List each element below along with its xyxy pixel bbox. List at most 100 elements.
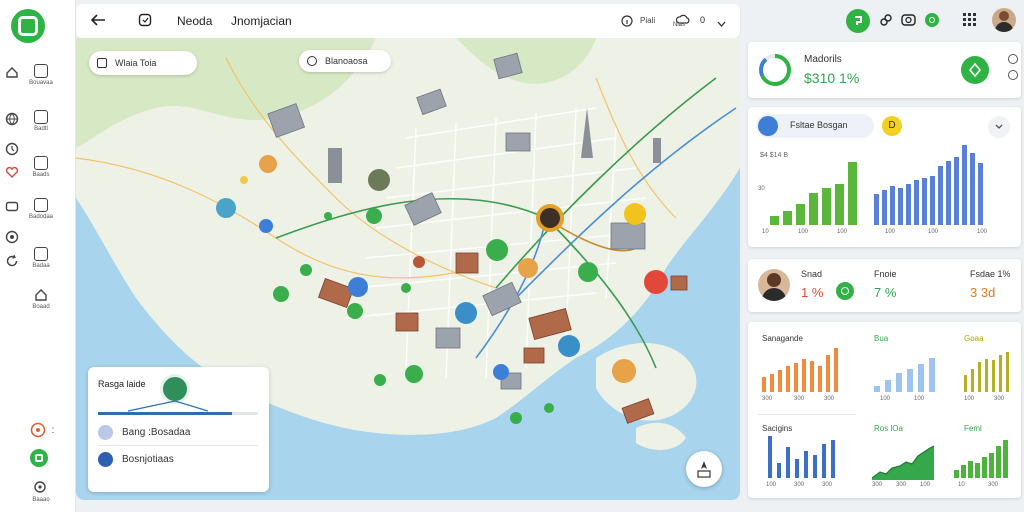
chart-c4-bar bbox=[777, 463, 781, 478]
mini-left-bar bbox=[783, 211, 792, 225]
chart-5-area bbox=[872, 445, 935, 480]
trends-dropdown-button[interactable] bbox=[988, 116, 1010, 138]
left-mini-chart bbox=[770, 162, 857, 225]
more-dots-icon[interactable]: : bbox=[50, 424, 56, 436]
mini-left-bar bbox=[835, 184, 844, 225]
chart-2-title: Bua bbox=[874, 334, 889, 343]
rail-item-0-icon[interactable] bbox=[34, 64, 48, 78]
chart-1-tick-2: 300 bbox=[824, 396, 835, 402]
mini-right-bar bbox=[882, 190, 887, 225]
clock-icon[interactable] bbox=[5, 142, 19, 156]
chart-c4-bar bbox=[768, 436, 772, 478]
globe-icon[interactable] bbox=[5, 112, 19, 126]
chart-c3-bar bbox=[999, 355, 1002, 392]
left-tick-2: 100 bbox=[837, 229, 848, 235]
chart-c6-bar bbox=[989, 453, 994, 478]
map-search-pill[interactable]: Wlaia Toia bbox=[89, 51, 197, 75]
mini-right-bar bbox=[906, 184, 911, 225]
page-subtitle: Jnomjacian bbox=[231, 14, 292, 28]
status-online-icon[interactable] bbox=[925, 13, 939, 27]
heart-icon[interactable] bbox=[5, 165, 19, 179]
bookmark-icon[interactable] bbox=[138, 13, 152, 32]
locate-button[interactable] bbox=[686, 451, 722, 487]
chart-5-tick-1: 300 bbox=[896, 482, 907, 488]
chart-4-title: Sacigins bbox=[762, 424, 793, 433]
summary-options-icon[interactable] bbox=[1008, 70, 1018, 80]
summary-action-button[interactable] bbox=[961, 56, 989, 84]
rail-item-2-icon[interactable] bbox=[34, 156, 48, 170]
locate-icon bbox=[697, 461, 711, 478]
route-row-1[interactable]: Bosnjotiaas bbox=[98, 452, 174, 467]
filter-badge[interactable]: D bbox=[882, 116, 902, 136]
chart-2-tick-0: 100 bbox=[880, 396, 891, 402]
chart-c6-bar bbox=[975, 463, 980, 478]
chart-4-tick-0: 100 bbox=[766, 482, 777, 488]
chart-c3-bar bbox=[964, 375, 967, 392]
chart-c1-bar bbox=[762, 377, 766, 392]
mini-right-bar bbox=[946, 161, 951, 225]
chart-5-title: Ros lOa bbox=[874, 424, 903, 433]
route-mini-path bbox=[98, 400, 258, 415]
home-icon[interactable] bbox=[5, 65, 19, 79]
target-icon[interactable] bbox=[30, 422, 46, 438]
route-card: Rasga laide Bang :Bosadaa Bosnjotiaas bbox=[88, 367, 269, 492]
filter-pill[interactable]: Fsltae Bosgan bbox=[756, 114, 874, 138]
kpi-0-label: Snad bbox=[801, 269, 823, 279]
message-icon[interactable] bbox=[5, 200, 19, 214]
map-filter-icon bbox=[307, 56, 317, 66]
kpi-0-value: 1 % bbox=[801, 285, 824, 300]
rail-item-4-icon[interactable] bbox=[34, 247, 48, 261]
camera-icon[interactable] bbox=[901, 13, 916, 32]
settings-icon[interactable] bbox=[5, 230, 19, 244]
route-row-0[interactable]: Bang :Bosadaa bbox=[98, 425, 190, 440]
chart-c6-bar bbox=[961, 465, 966, 478]
rail-item-3-icon[interactable] bbox=[34, 198, 48, 212]
chart-4-tick-1: 300 bbox=[794, 482, 805, 488]
chart-c3-bar bbox=[985, 359, 988, 392]
right-mini-chart bbox=[874, 145, 992, 225]
right-tick-2: 100 bbox=[977, 229, 988, 235]
refresh-icon[interactable] bbox=[5, 254, 19, 268]
right-tick-0: 100 bbox=[885, 229, 896, 235]
rail-item-5-icon[interactable] bbox=[34, 288, 48, 302]
chart-c1-bar bbox=[810, 361, 814, 392]
route-end-icon bbox=[98, 452, 113, 467]
chart-c1-bar bbox=[834, 348, 838, 392]
chevron-down-icon[interactable] bbox=[717, 15, 726, 33]
chart-2-tick-1: 100 bbox=[914, 396, 925, 402]
rail-item-1-label: Badtl bbox=[34, 126, 48, 132]
brand-badge-icon[interactable] bbox=[846, 9, 870, 33]
rail-item-2-label: Baads bbox=[32, 172, 50, 178]
rail-bottom-label: Baaao bbox=[32, 497, 50, 503]
info-icon[interactable] bbox=[621, 14, 633, 32]
chart-6-title: Feml bbox=[964, 424, 982, 433]
chart-c4-bar bbox=[795, 459, 799, 478]
route-row-1-label: Bosnjotiaas bbox=[122, 454, 174, 465]
chart-c4-bar bbox=[822, 444, 826, 478]
profile-settings-icon[interactable] bbox=[33, 480, 47, 494]
summary-value: $310 1% bbox=[804, 70, 860, 86]
user-avatar[interactable] bbox=[992, 8, 1016, 32]
summary-more-icon[interactable] bbox=[1008, 54, 1018, 64]
chart-c3-bar bbox=[1006, 352, 1009, 392]
kpi-2-label: Fsdae 1% bbox=[970, 269, 1011, 279]
mini-right-bar bbox=[890, 186, 895, 225]
map-filter-pill[interactable]: Blanoaosa bbox=[299, 50, 391, 72]
chart-c6-bar bbox=[982, 457, 987, 478]
kpi-panel: Snad 1 % Fnoie 7 % Fsdae 1% 3 3d bbox=[748, 259, 1021, 312]
chart-1 bbox=[762, 348, 842, 392]
grid-menu-icon[interactable] bbox=[963, 13, 976, 31]
app-logo[interactable] bbox=[11, 9, 45, 43]
back-arrow-icon[interactable] bbox=[90, 13, 106, 32]
chart-c4-bar bbox=[831, 440, 835, 478]
add-icon[interactable] bbox=[30, 449, 48, 467]
left-chart-ylabel: 30 bbox=[758, 186, 765, 192]
trends-panel: Fsltae Bosgan D $4 $14 B 30 10 100 100 1… bbox=[748, 107, 1021, 247]
mini-left-bar bbox=[796, 204, 805, 225]
link-icon[interactable] bbox=[879, 13, 893, 32]
chart-c2-bar bbox=[885, 380, 891, 392]
rail-item-0-label: Bouavaa bbox=[29, 80, 53, 86]
rail-item-1-icon[interactable] bbox=[34, 110, 48, 124]
mini-right-bar bbox=[938, 166, 943, 225]
mini-right-bar bbox=[930, 176, 935, 225]
